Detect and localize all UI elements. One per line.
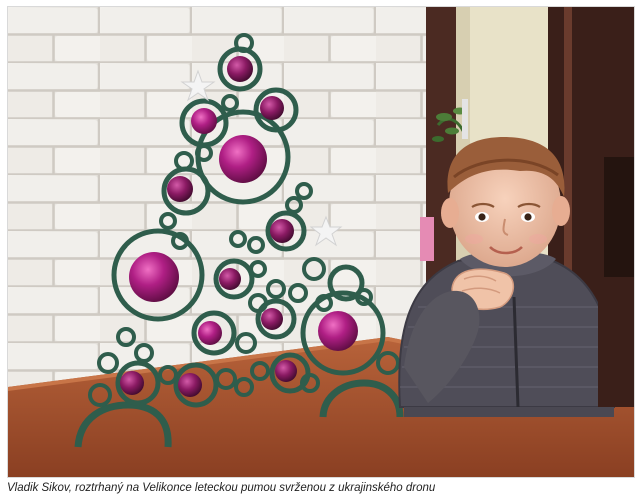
photo [8, 7, 634, 477]
photo-frame [7, 6, 635, 478]
chair-back [598, 277, 634, 407]
photo-caption: Vladik Šikov, roztrhaný na Velikonce let… [7, 482, 436, 494]
